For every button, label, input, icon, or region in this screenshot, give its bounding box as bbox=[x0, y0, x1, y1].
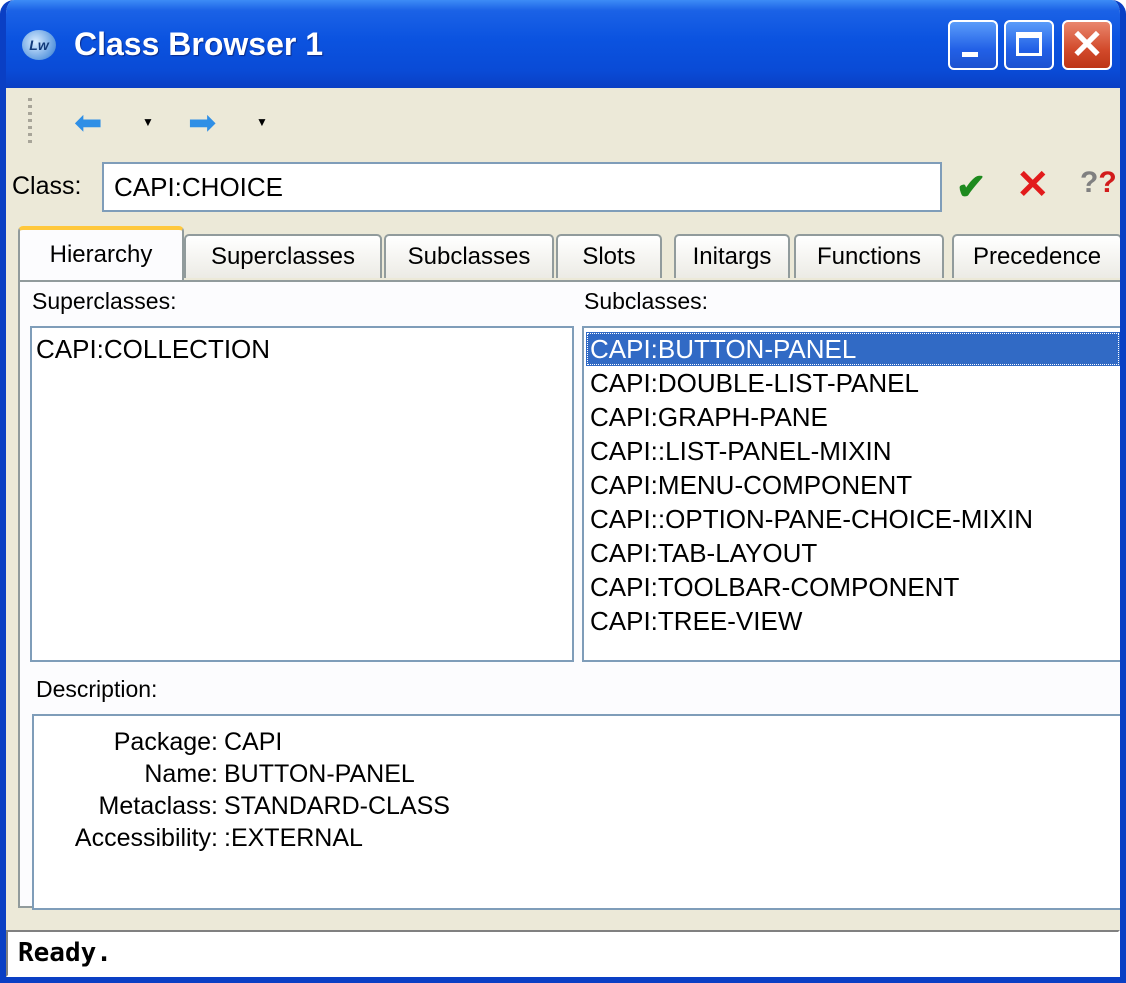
description-value: CAPI bbox=[224, 728, 283, 756]
cancel-x-icon[interactable]: ✕ bbox=[1016, 162, 1050, 208]
description-key: Package: bbox=[113, 728, 218, 756]
minimize-button[interactable] bbox=[948, 20, 998, 70]
superclasses-list[interactable]: CAPI:COLLECTION bbox=[30, 326, 574, 662]
list-item[interactable]: CAPI:MENU-COMPONENT bbox=[586, 468, 1120, 502]
description-value: BUTTON-PANEL bbox=[224, 760, 415, 788]
dropdown-arrow-icon: ▼ bbox=[142, 115, 154, 129]
description-box: Package: CAPI Name: BUTTON-PANEL Metacla… bbox=[32, 714, 1120, 910]
list-item[interactable]: CAPI:GRAPH-PANE bbox=[586, 400, 1120, 434]
tab-precedence[interactable]: Precedence bbox=[952, 234, 1120, 278]
list-item[interactable]: CAPI:TREE-VIEW bbox=[586, 604, 1120, 638]
maximize-button[interactable] bbox=[1004, 20, 1054, 70]
tab-hierarchy[interactable]: Hierarchy bbox=[18, 226, 184, 282]
help-question-icon[interactable]: ?? bbox=[1080, 166, 1117, 200]
tab-slots[interactable]: Slots bbox=[556, 234, 662, 278]
status-bar: Ready. bbox=[6, 930, 1120, 977]
forward-button[interactable]: ➡ bbox=[188, 106, 234, 140]
back-button[interactable]: ⬅ bbox=[74, 106, 120, 140]
close-button[interactable]: ✕ bbox=[1062, 20, 1112, 70]
class-label: Class: bbox=[12, 172, 82, 200]
confirm-checkmark-icon[interactable]: ✔ bbox=[956, 166, 986, 208]
forward-history-dropdown[interactable]: ▼ bbox=[254, 114, 270, 130]
subclasses-label: Subclasses: bbox=[584, 288, 709, 314]
tab-initargs[interactable]: Initargs bbox=[674, 234, 790, 278]
list-item[interactable]: CAPI:TAB-LAYOUT bbox=[586, 536, 1120, 570]
description-row: Package: bbox=[34, 728, 218, 758]
list-item-selected[interactable]: CAPI:BUTTON-PANEL bbox=[586, 332, 1120, 366]
maximize-icon bbox=[1016, 32, 1042, 56]
list-item[interactable]: CAPI::OPTION-PANE-CHOICE-MIXIN bbox=[586, 502, 1120, 536]
class-input[interactable]: CAPI:CHOICE bbox=[102, 162, 942, 212]
window-title: Class Browser 1 bbox=[74, 26, 324, 62]
tab-subclasses[interactable]: Subclasses bbox=[384, 234, 554, 278]
description-key: Metaclass: bbox=[98, 792, 218, 820]
list-item[interactable]: CAPI:COLLECTION bbox=[32, 332, 572, 366]
description-label: Description: bbox=[36, 676, 158, 702]
description-value: :EXTERNAL bbox=[224, 824, 363, 852]
close-icon: ✕ bbox=[1070, 23, 1104, 67]
tab-superclasses[interactable]: Superclasses bbox=[184, 234, 382, 278]
tab-bar: Superclasses Subclasses Slots Initargs F… bbox=[18, 226, 1120, 282]
tab-functions[interactable]: Functions bbox=[794, 234, 944, 278]
dropdown-arrow-icon: ▼ bbox=[256, 115, 268, 129]
minimize-icon bbox=[962, 52, 978, 57]
subclasses-list[interactable]: CAPI:BUTTON-PANEL CAPI:DOUBLE-LIST-PANEL… bbox=[582, 326, 1120, 662]
description-row: Accessibility: bbox=[34, 824, 218, 854]
right-arrow-icon: ➡ bbox=[188, 104, 217, 142]
description-row: Metaclass: bbox=[34, 792, 218, 822]
list-item[interactable]: CAPI:DOUBLE-LIST-PANEL bbox=[586, 366, 1120, 400]
list-item[interactable]: CAPI::LIST-PANEL-MIXIN bbox=[586, 434, 1120, 468]
description-key: Name: bbox=[144, 760, 218, 788]
left-arrow-icon: ⬅ bbox=[74, 104, 103, 142]
list-item[interactable]: CAPI:TOOLBAR-COMPONENT bbox=[586, 570, 1120, 604]
title-bar[interactable]: Lw Class Browser 1 ✕ bbox=[6, 0, 1120, 88]
description-value: STANDARD-CLASS bbox=[224, 792, 450, 820]
back-history-dropdown[interactable]: ▼ bbox=[140, 114, 156, 130]
description-key: Accessibility: bbox=[74, 824, 218, 852]
toolbar: ⬅ ▼ ➡ ▼ bbox=[6, 88, 1120, 154]
toolbar-grip[interactable] bbox=[28, 98, 32, 146]
superclasses-label: Superclasses: bbox=[32, 288, 177, 314]
lispworks-app-icon[interactable]: Lw bbox=[22, 30, 56, 60]
class-browser-window: Lw Class Browser 1 ✕ ⬅ ▼ ➡ ▼ Class: CAPI… bbox=[0, 0, 1126, 983]
description-row: Name: bbox=[34, 760, 218, 790]
